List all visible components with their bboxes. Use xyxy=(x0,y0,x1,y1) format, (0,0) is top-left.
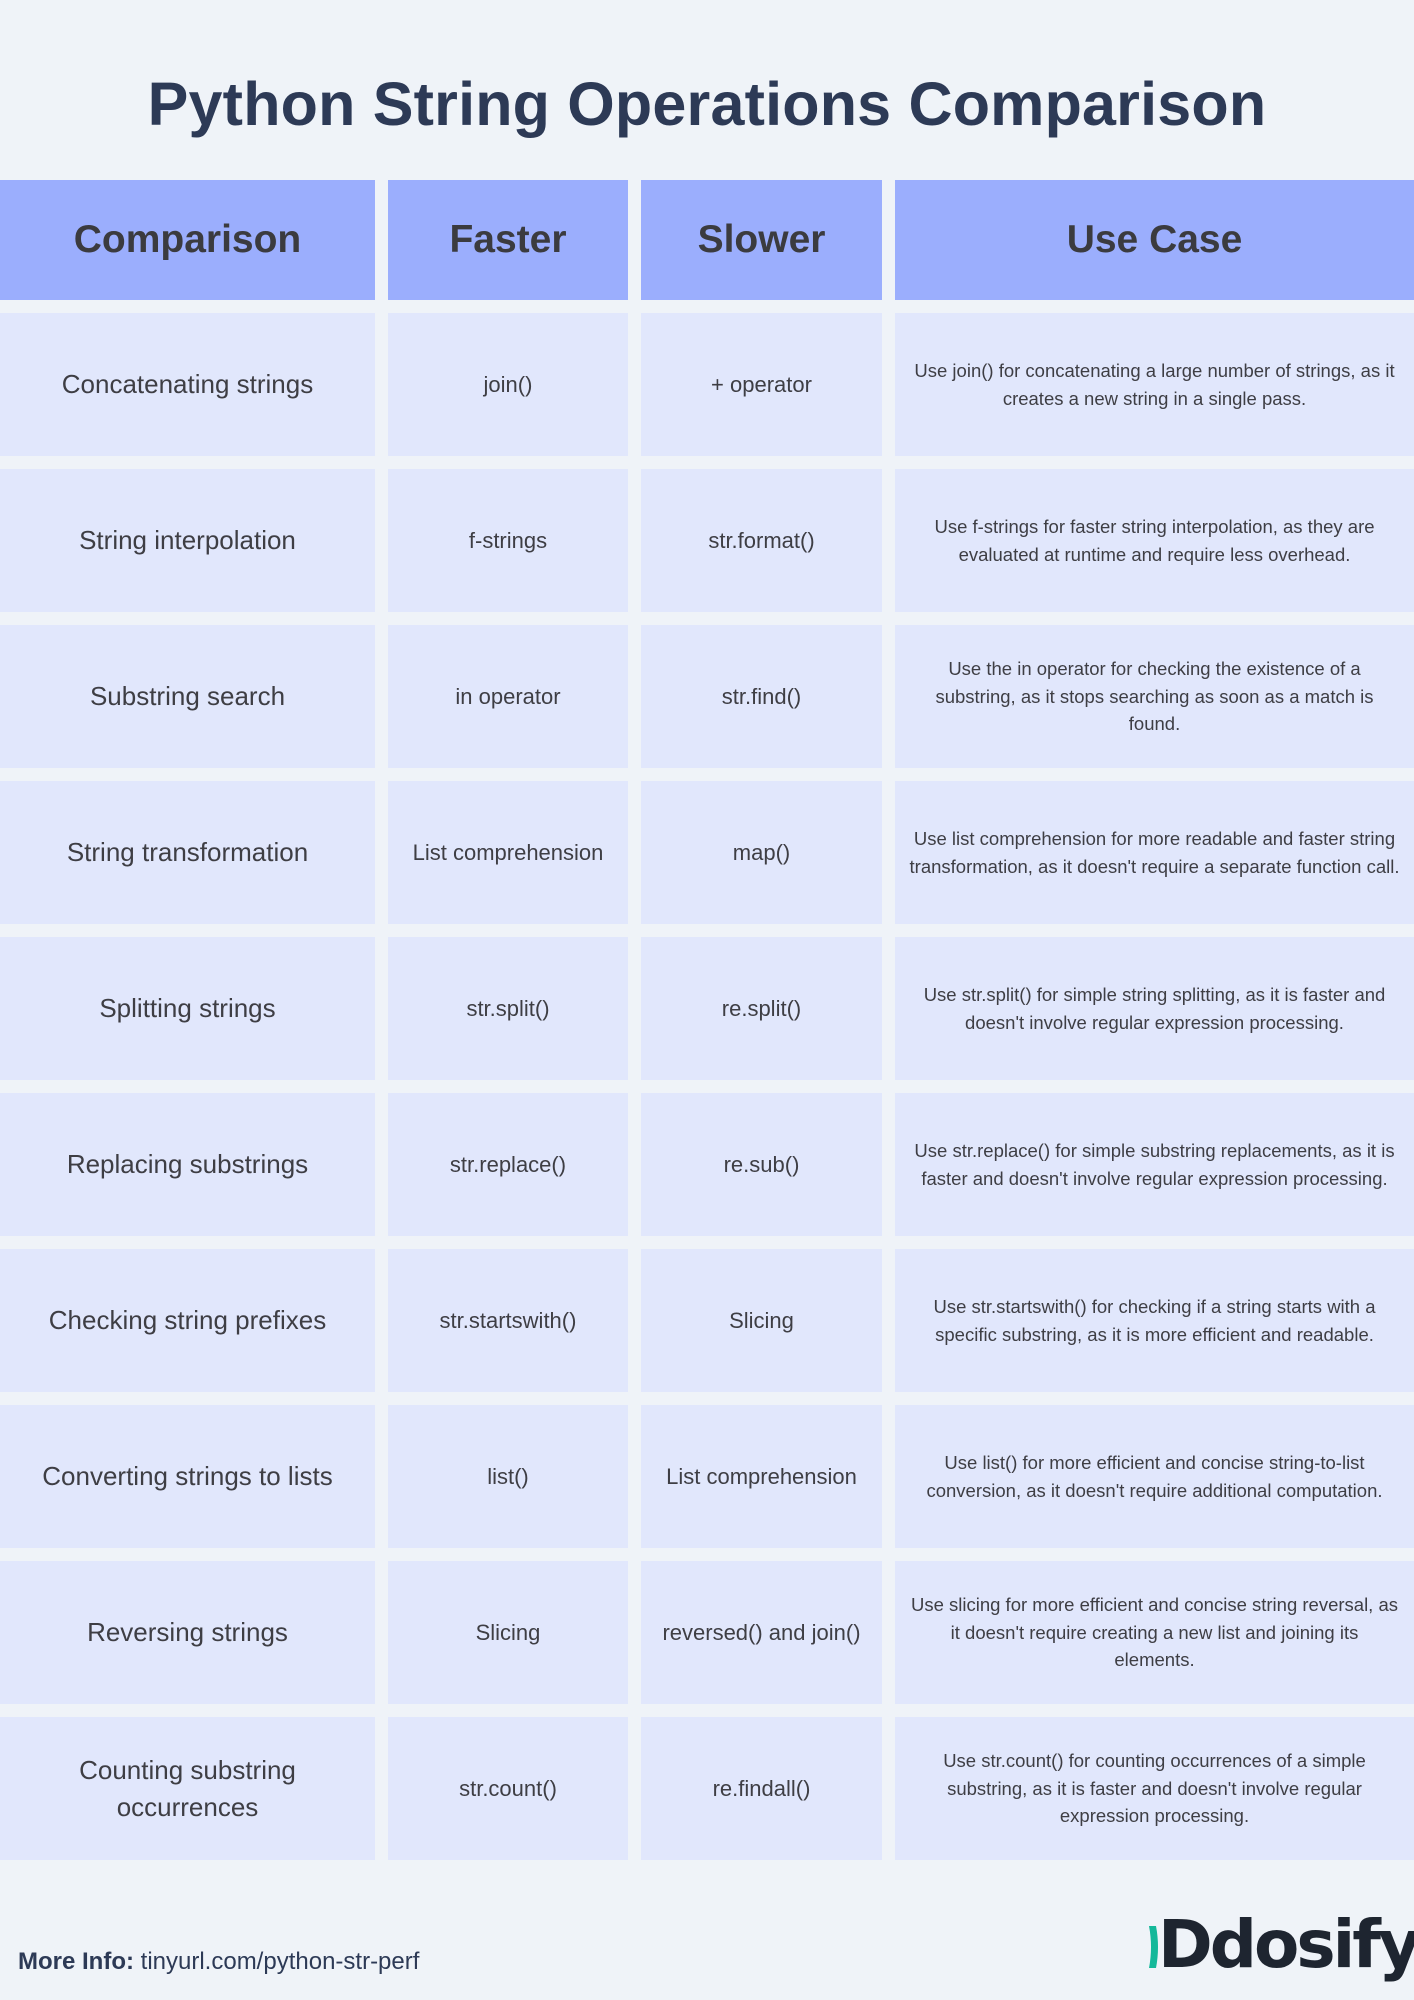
cell-use-case: Use slicing for more efficient and conci… xyxy=(895,1561,1414,1704)
cell-use-case: Use str.replace() for simple substring r… xyxy=(895,1093,1414,1236)
cell-comparison: Replacing substrings xyxy=(0,1093,375,1236)
ddosify-logo-text: Ddosify xyxy=(1158,1906,1414,1983)
column-header-slower: Slower xyxy=(641,180,882,300)
cell-slower: Slicing xyxy=(641,1249,882,1392)
cell-faster: str.split() xyxy=(388,937,628,1080)
more-info-link[interactable]: tinyurl.com/python-str-perf xyxy=(141,1948,420,1975)
cell-faster: Slicing xyxy=(388,1561,628,1704)
column-header-comparison: Comparison xyxy=(0,180,375,300)
cell-use-case: Use the in operator for checking the exi… xyxy=(895,625,1414,768)
cell-slower: str.format() xyxy=(641,469,882,612)
cell-slower: re.split() xyxy=(641,937,882,1080)
cell-use-case: Use f-strings for faster string interpol… xyxy=(895,469,1414,612)
cell-comparison: Substring search xyxy=(0,625,375,768)
cell-slower: + operator xyxy=(641,313,882,456)
cell-use-case: Use join() for concatenating a large num… xyxy=(895,313,1414,456)
cell-use-case: Use str.count() for counting occurrences… xyxy=(895,1717,1414,1860)
cell-faster: in operator xyxy=(388,625,628,768)
cell-slower: reversed() and join() xyxy=(641,1561,882,1704)
cell-faster: f-strings xyxy=(388,469,628,612)
page-title: Python String Operations Comparison xyxy=(147,70,1267,138)
cell-faster: join() xyxy=(388,313,628,456)
cell-use-case: Use str.startswith() for checking if a s… xyxy=(895,1249,1414,1392)
column-header-faster: Faster xyxy=(388,180,628,300)
cell-faster: str.count() xyxy=(388,1717,628,1860)
cell-comparison: Counting substring occurrences xyxy=(0,1717,375,1860)
more-info-label: More Info: xyxy=(18,1948,134,1975)
cell-comparison: String transformation xyxy=(0,781,375,924)
ddosify-logo: Ddosify xyxy=(1148,1905,1414,1985)
table-header-row: Comparison Faster Slower Use Case xyxy=(0,180,1414,300)
cell-use-case: Use list comprehension for more readable… xyxy=(895,781,1414,924)
cell-comparison: Checking string prefixes xyxy=(0,1249,375,1392)
cell-use-case: Use list() for more efficient and concis… xyxy=(895,1405,1414,1548)
ddosify-logo-icon xyxy=(1148,1924,1162,1970)
cell-faster: List comprehension xyxy=(388,781,628,924)
cell-comparison: Splitting strings xyxy=(0,937,375,1080)
cell-comparison: String interpolation xyxy=(0,469,375,612)
cell-comparison: Converting strings to lists xyxy=(0,1405,375,1548)
column-header-use-case: Use Case xyxy=(895,180,1414,300)
more-info: More Info: tinyurl.com/python-str-perf xyxy=(18,1948,419,1976)
cell-faster: str.replace() xyxy=(388,1093,628,1236)
cell-slower: re.findall() xyxy=(641,1717,882,1860)
cell-slower: re.sub() xyxy=(641,1093,882,1236)
cell-faster: list() xyxy=(388,1405,628,1548)
cell-slower: List comprehension xyxy=(641,1405,882,1548)
cell-use-case: Use str.split() for simple string splitt… xyxy=(895,937,1414,1080)
cell-comparison: Reversing strings xyxy=(0,1561,375,1704)
cell-comparison: Concatenating strings xyxy=(0,313,375,456)
cell-slower: map() xyxy=(641,781,882,924)
cell-faster: str.startswith() xyxy=(388,1249,628,1392)
cell-slower: str.find() xyxy=(641,625,882,768)
